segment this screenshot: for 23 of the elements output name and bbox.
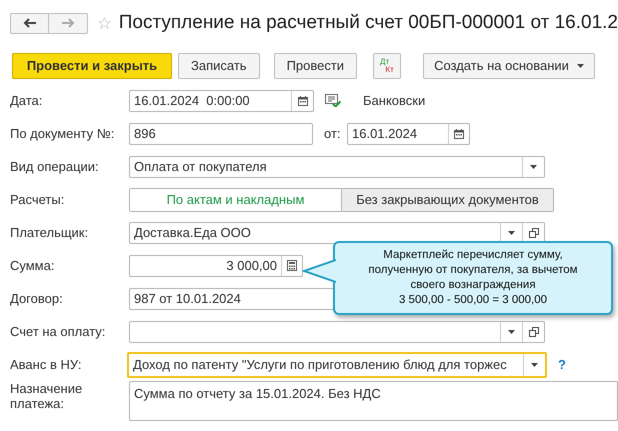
window-title: Поступление на расчетный счет 00БП-000001 от 16.01.2 [118,10,618,35]
field-label: По документу №: [10,126,116,141]
field-label: Счет на оплату: [10,324,106,339]
select-value: Доход по патенту "Услуги по приготовлению блюд для торжес [132,356,508,374]
date-value: 16.01.2024 0:00:00 [133,92,251,110]
field-label: Договор: [10,291,64,306]
field-label: Вид операции: [10,159,100,174]
field-label: Аванс в НУ: [10,357,82,372]
amount-value: 3 000,00 [225,256,278,275]
field-label: Расчеты: [10,192,66,207]
reference-value: Доставка.Еда ООО [133,224,252,242]
document-number-value: 896 [133,124,157,143]
select-value: Оплата от покупателя [133,158,268,176]
field-label: Дата: [10,93,44,108]
from-label: от: [324,124,342,143]
callout-text: Маркетплейс перечисляет сумму, полученную от покупателя, за вычетом своего вознаграждения 3 500,00 - 500,00 = 3 000,00 [368,248,578,308]
text-area-value: Сумма по отчету за 15.01.2024. Без НДС [134,386,381,401]
date-value: 16.01.2024 [351,124,418,143]
field-label: Назначение платежа: [10,381,84,411]
field-label: Плательщик: [10,225,90,240]
bank-label: Банковски [363,92,426,110]
field-label: Сумма: [10,258,56,273]
reference-value: 987 от 10.01.2024 [133,290,242,308]
